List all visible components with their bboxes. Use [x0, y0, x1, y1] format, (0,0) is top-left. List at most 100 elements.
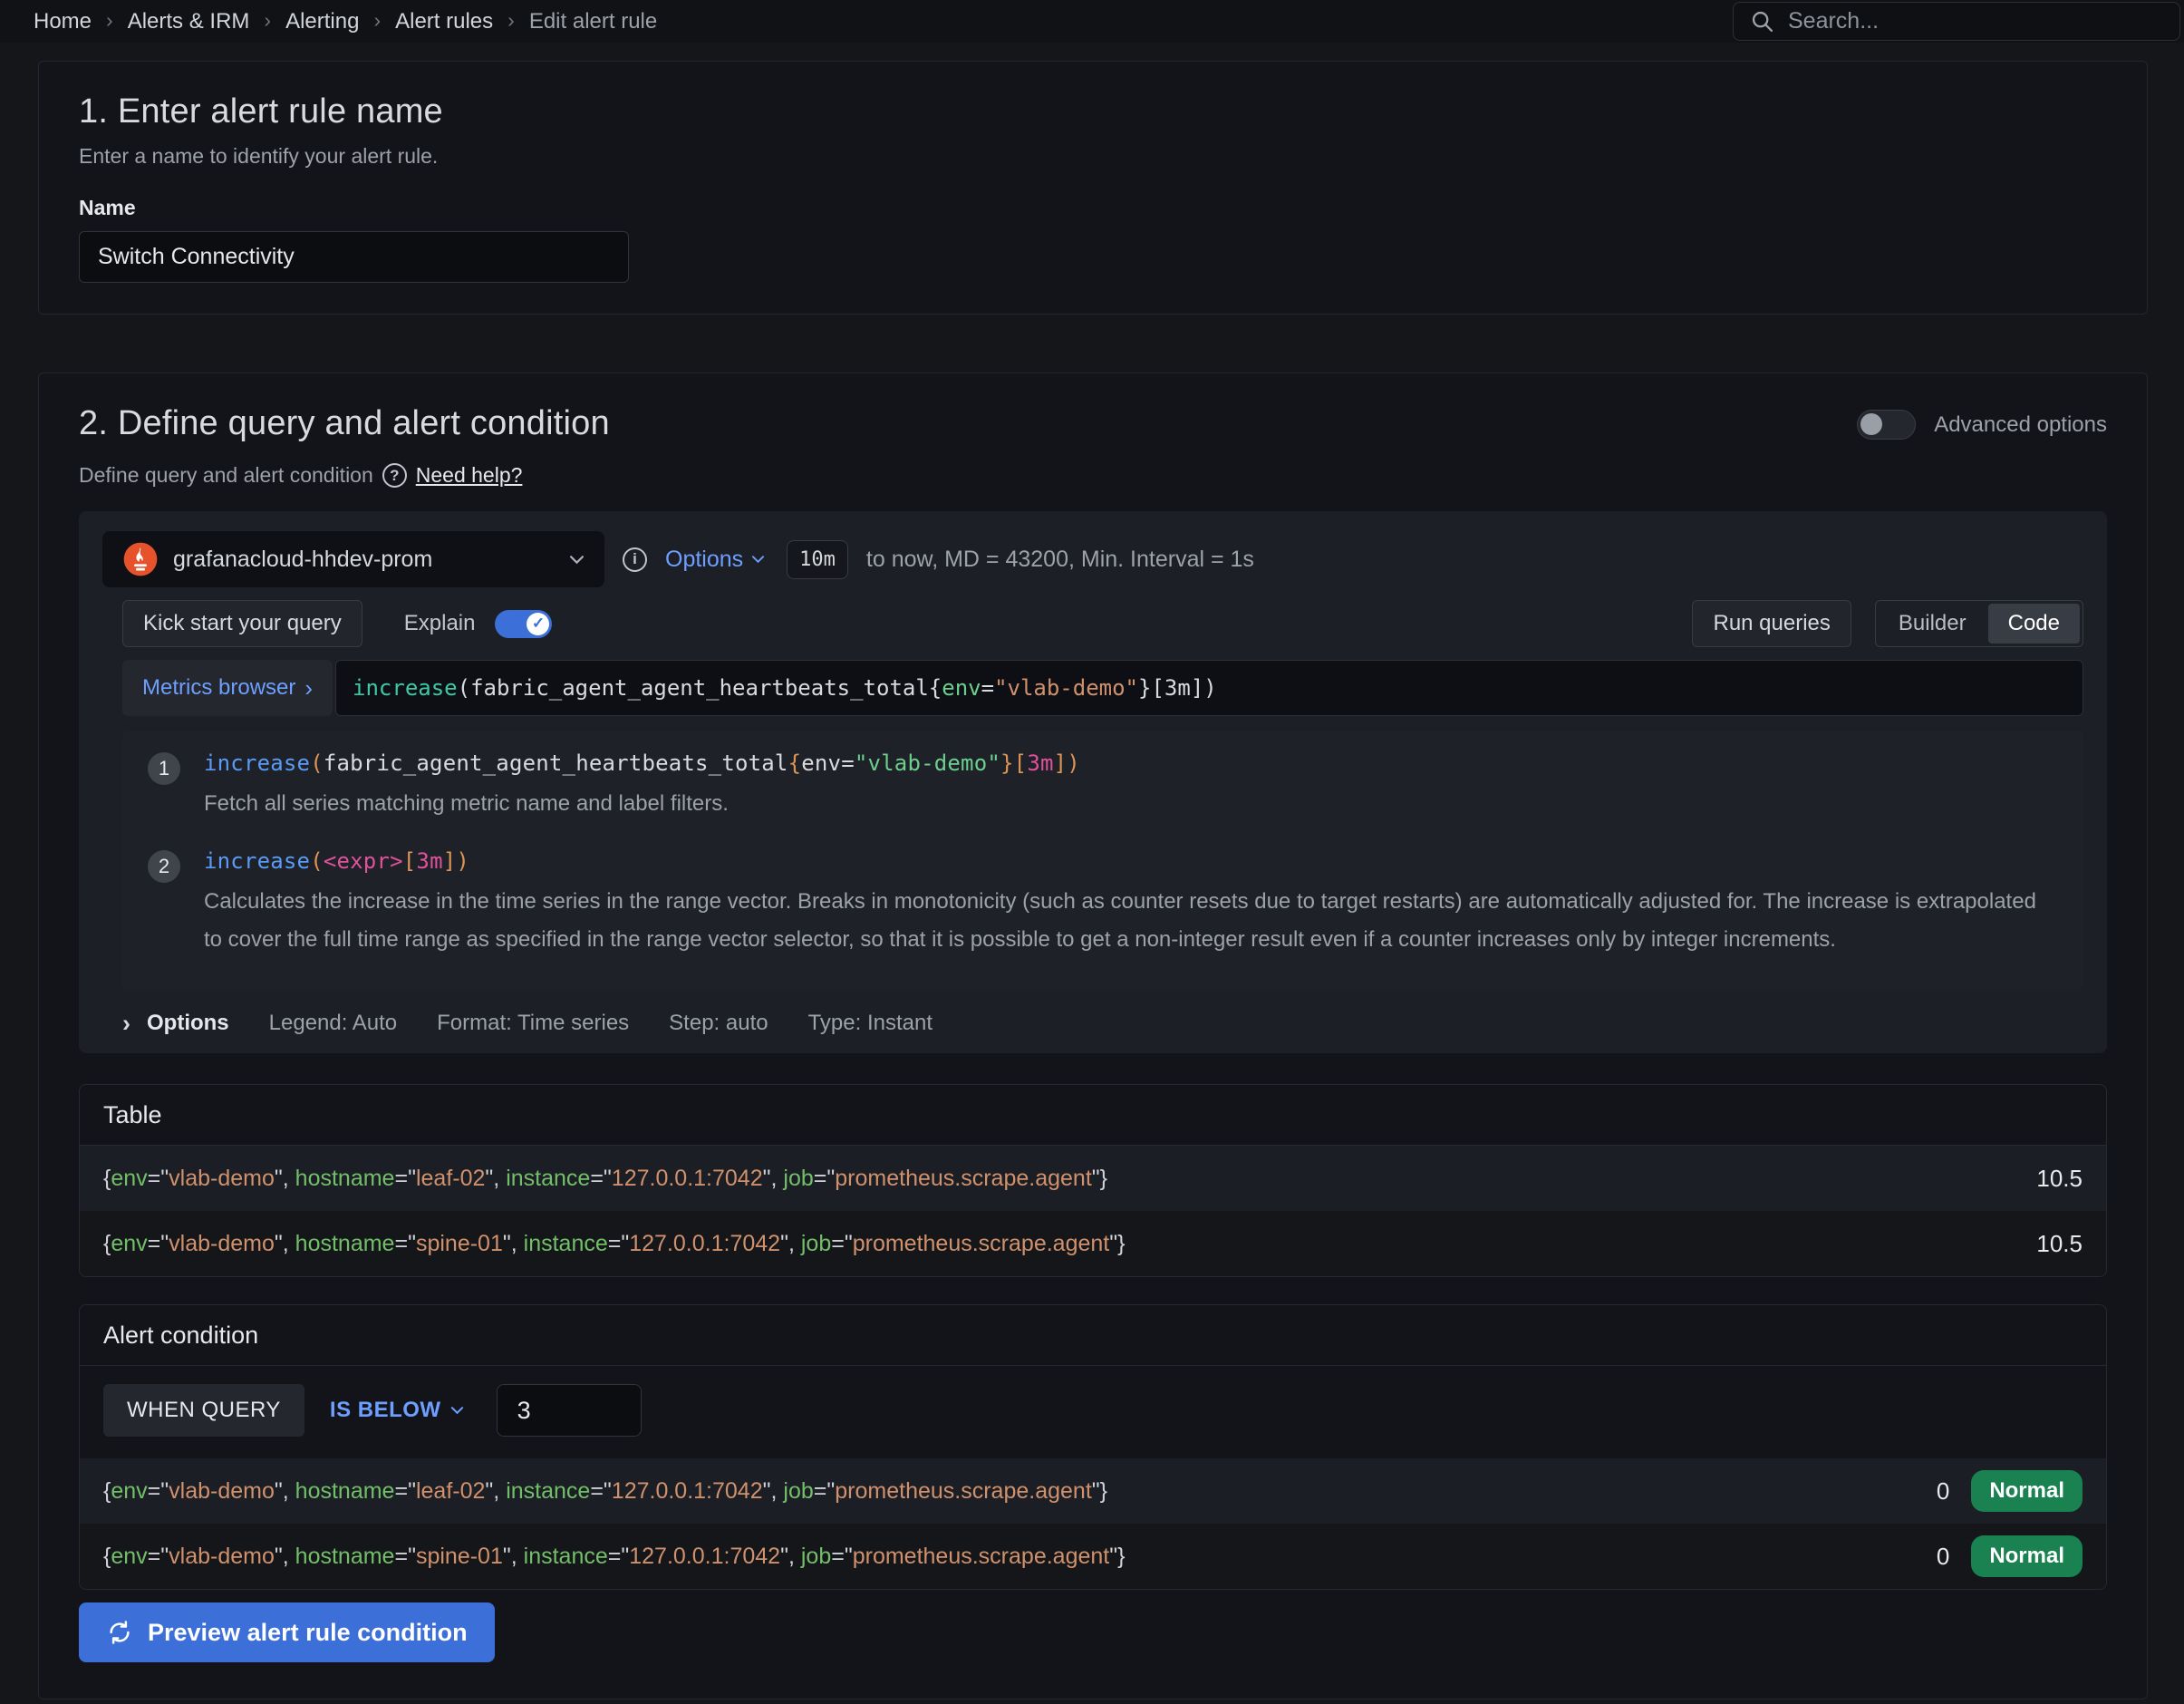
table-rows: {env="vlab-demo", hostname="leaf-02", in… [80, 1146, 2106, 1276]
code-token: ] [443, 848, 457, 874]
label-value: prometheus.scrape.agent [835, 1478, 1092, 1505]
breadcrumb-separator-icon: › [373, 8, 381, 33]
section2-subtitle: Define query and alert condition [79, 463, 373, 488]
chevron-right-icon: › [122, 1010, 130, 1038]
section-define-query: 2. Define query and alert condition Adva… [38, 373, 2148, 1699]
datasource-picker[interactable]: grafanacloud-hhdev-prom [102, 531, 604, 587]
time-range-badge[interactable]: 10m [787, 540, 848, 579]
label-value: leaf-02 [416, 1166, 485, 1192]
code-token: ] [1054, 750, 1068, 776]
search-icon [1750, 9, 1775, 34]
label-value: prometheus.scrape.agent [853, 1544, 1110, 1570]
code-tab[interactable]: Code [1988, 604, 2080, 644]
label-punctuation: =" [831, 1231, 852, 1257]
code-token: } [1000, 750, 1014, 776]
threshold-input[interactable]: 3 [497, 1384, 642, 1437]
explain-body: increase(<expr>[3m])Calculates the incre… [204, 848, 2058, 959]
condition-result-row: {env="vlab-demo", hostname="leaf-02", in… [80, 1458, 2106, 1524]
code-token: 3m [416, 848, 442, 874]
search-input[interactable]: Search... [1788, 8, 1879, 34]
code-token: env [942, 675, 981, 701]
label-key: job [801, 1544, 831, 1570]
datasource-name: grafanacloud-hhdev-prom [173, 547, 432, 573]
need-help-link[interactable]: Need help? [416, 463, 523, 488]
code-token: ) [456, 848, 469, 874]
refresh-icon [106, 1619, 133, 1646]
label-punctuation: { [103, 1166, 111, 1192]
section2-title: 2. Define query and alert condition [79, 404, 610, 443]
kick-start-query-button[interactable]: Kick start your query [122, 600, 362, 647]
chevron-right-icon: › [304, 674, 313, 702]
info-circle-icon: i [623, 547, 647, 572]
table-panel-header: Table [80, 1085, 2106, 1146]
options-expander[interactable]: › Options [122, 1010, 229, 1038]
label-value: prometheus.scrape.agent [853, 1231, 1110, 1257]
label-value: 127.0.0.1:7042 [612, 1166, 763, 1192]
label-punctuation: =" [148, 1478, 169, 1505]
builder-code-switch: Builder Code [1875, 600, 2083, 647]
advanced-options-control: Advanced options [1857, 410, 2107, 440]
label-punctuation: =" [394, 1544, 415, 1570]
code-token: ( [310, 848, 324, 874]
label-punctuation: =" [394, 1166, 415, 1192]
breadcrumb-current-page: Edit alert rule [529, 9, 657, 34]
alert-condition-header: Alert condition [80, 1305, 2106, 1366]
label-punctuation: =" [148, 1166, 169, 1192]
when-query-chip: WHEN QUERY [103, 1384, 304, 1437]
query-option-summary: Format: Time series [437, 1011, 629, 1036]
step-number-badge: 1 [148, 752, 180, 785]
alert-rule-name-input[interactable]: Switch Connectivity [79, 231, 629, 283]
code-token: env= [801, 750, 855, 776]
label-punctuation: =" [590, 1478, 611, 1505]
condition-value: 0 [1937, 1543, 1949, 1571]
label-key: instance [506, 1166, 590, 1192]
query-explain-box: 1 increase(fabric_agent_agent_heartbeats_… [122, 731, 2083, 990]
step-number-badge: 2 [148, 850, 180, 883]
label-punctuation: { [103, 1478, 111, 1505]
query-expression: increase(fabric_agent_agent_heartbeats_t… [353, 675, 1217, 701]
help-circle-icon: ? [382, 463, 407, 488]
series-labels: {env="vlab-demo", hostname="leaf-02", in… [103, 1166, 1107, 1192]
label-key: env [111, 1478, 147, 1505]
breadcrumb-link[interactable]: Alerts & IRM [128, 9, 250, 34]
series-value: 10.5 [2036, 1165, 2083, 1193]
label-punctuation: =" [590, 1166, 611, 1192]
query-option-summary: Type: Instant [808, 1011, 933, 1036]
page-content: 1. Enter alert rule name Enter a name to… [0, 43, 2184, 1699]
query-options-dropdown[interactable]: Options [665, 547, 765, 573]
code-token: }[3m]) [1138, 675, 1217, 701]
label-punctuation: "} [1092, 1478, 1107, 1505]
chevron-down-icon [450, 1406, 464, 1415]
condition-operator-dropdown[interactable]: IS BELOW [330, 1398, 464, 1423]
state-badge: Normal [1971, 1470, 2083, 1512]
label-value: vlab-demo [169, 1544, 275, 1570]
condition-result-rows: {env="vlab-demo", hostname="leaf-02", in… [80, 1458, 2106, 1589]
explain-body: increase(fabric_agent_agent_heartbeats_t… [204, 750, 1080, 823]
query-options-row: › Options Legend: AutoFormat: Time serie… [122, 1008, 2083, 1039]
label-key: instance [524, 1231, 608, 1257]
query-expression-input[interactable]: increase(fabric_agent_agent_heartbeats_t… [335, 660, 2083, 716]
explain-toggle[interactable]: ✓ [495, 610, 552, 638]
label-punctuation: { [103, 1544, 111, 1570]
metrics-browser-button[interactable]: Metrics browser › [122, 660, 333, 716]
builder-tab[interactable]: Builder [1879, 604, 1986, 644]
advanced-options-toggle[interactable] [1857, 410, 1916, 440]
label-punctuation: =" [814, 1166, 835, 1192]
code-token: (fabric_agent_agent_heartbeats_total{ [458, 675, 942, 701]
label-key: env [111, 1166, 147, 1192]
explain-item: 1 increase(fabric_agent_agent_heartbeats_… [148, 750, 2058, 823]
breadcrumb-link[interactable]: Alerting [285, 9, 359, 34]
options-row-label: Options [147, 1011, 229, 1036]
label-punctuation: =" [394, 1478, 415, 1505]
search-box[interactable]: Search... [1733, 2, 2180, 41]
check-icon: ✓ [527, 613, 549, 635]
run-queries-button[interactable]: Run queries [1692, 600, 1851, 647]
label-punctuation: ", [485, 1478, 506, 1505]
code-token: increase [204, 750, 310, 776]
breadcrumb-link[interactable]: Alert rules [395, 9, 493, 34]
preview-alert-rule-condition-button[interactable]: Preview alert rule condition [79, 1602, 495, 1662]
breadcrumb-link[interactable]: Home [34, 9, 92, 34]
label-punctuation: ", [780, 1544, 801, 1570]
code-token: "vlab-demo" [994, 675, 1138, 701]
preview-button-label: Preview alert rule condition [148, 1619, 468, 1647]
